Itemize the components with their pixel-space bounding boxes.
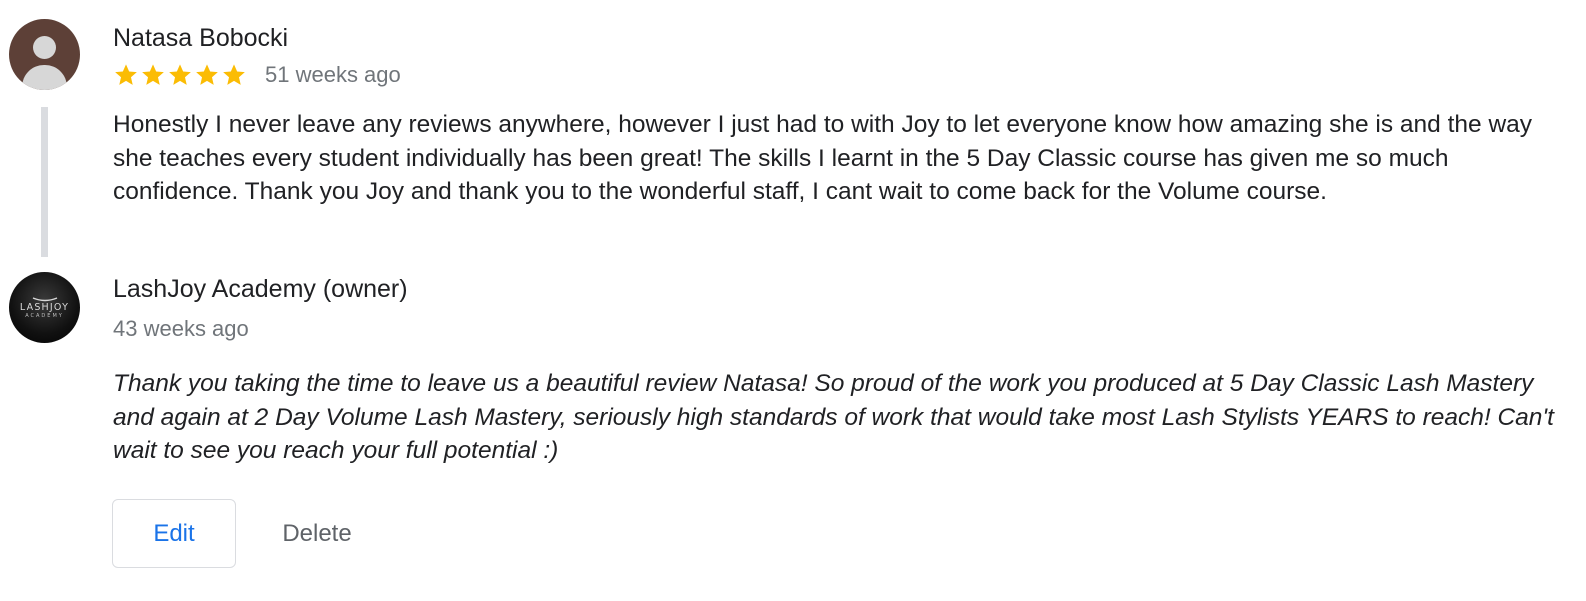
delete-button[interactable]: Delete bbox=[256, 499, 378, 568]
reviewer-name[interactable]: Natasa Bobocki bbox=[113, 24, 288, 53]
review-text: Honestly I never leave any reviews anywh… bbox=[113, 111, 1533, 205]
star-icon bbox=[169, 64, 191, 85]
owner-avatar[interactable]: LASHJOY ACADEMY bbox=[9, 272, 80, 343]
rating-row: 51 weeks ago bbox=[113, 58, 401, 92]
owner-response-time: 43 weeks ago bbox=[113, 316, 249, 341]
review-time: 51 weeks ago bbox=[265, 62, 401, 87]
star-icon bbox=[223, 64, 245, 85]
edit-button[interactable]: Edit bbox=[112, 499, 236, 568]
thread-divider bbox=[41, 107, 48, 257]
avatar-shoulders-shape bbox=[22, 65, 67, 90]
owner-response-text: Thank you taking the time to leave us a … bbox=[113, 370, 1554, 464]
logo-main-text: LASHJOY bbox=[19, 302, 70, 313]
star-icon bbox=[196, 64, 218, 85]
avatar-head-shape bbox=[33, 36, 56, 59]
star-rating bbox=[113, 62, 247, 88]
logo-sub-text: ACADEMY bbox=[25, 313, 64, 319]
owner-name[interactable]: LashJoy Academy (owner) bbox=[113, 275, 408, 304]
star-icon bbox=[142, 64, 164, 85]
reviewer-avatar[interactable] bbox=[9, 19, 80, 90]
star-icon bbox=[115, 64, 137, 85]
